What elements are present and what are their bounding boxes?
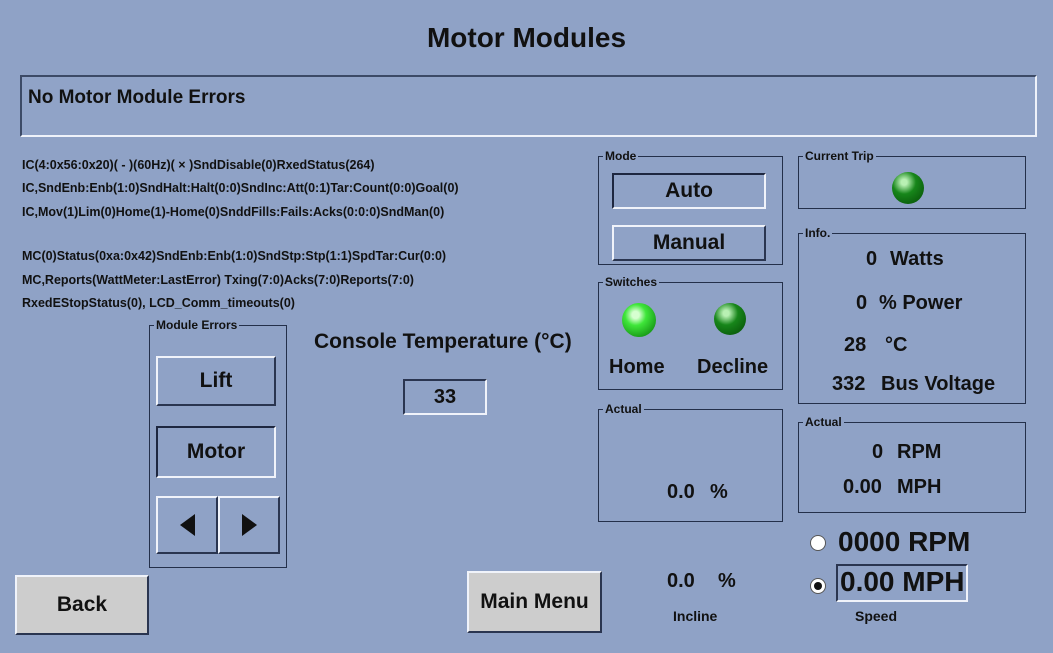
current-trip-led xyxy=(892,172,924,204)
mph-radio[interactable] xyxy=(810,578,826,594)
mph-actual-unit: MPH xyxy=(897,476,942,498)
mode-legend: Mode xyxy=(605,149,637,163)
error-message: No Motor Module Errors xyxy=(28,87,246,108)
incline-label: Incline xyxy=(673,608,718,624)
error-message-box: No Motor Module Errors xyxy=(20,75,1037,137)
watts-unit: Watts xyxy=(890,248,944,270)
page-title: Motor Modules xyxy=(426,22,627,53)
decline-switch-led xyxy=(714,303,746,335)
diagnostic-line: IC,SndEnb:Enb(1:0)SndHalt:Halt(0:0)SndIn… xyxy=(22,181,459,195)
bus-voltage-unit: Bus Voltage xyxy=(881,373,996,395)
power-unit: % Power xyxy=(879,292,963,314)
info-legend: Info. xyxy=(805,226,831,240)
watts-value: 0 xyxy=(866,248,878,270)
incline-actual-unit: % xyxy=(710,481,728,503)
diagnostic-line: MC(0)Status(0xa:0x42)SndEnb:Enb(1:0)SndS… xyxy=(22,249,447,263)
diagnostic-line: IC,Mov(1)Lim(0)Home(1)-Home(0)SnddFills:… xyxy=(22,205,445,219)
incline-actual-value: 0.0 xyxy=(667,481,695,503)
incline-setting-unit: % xyxy=(718,570,736,592)
previous-button[interactable] xyxy=(156,496,218,554)
auto-mode-button[interactable]: Auto xyxy=(612,173,766,209)
power-value: 0 xyxy=(856,292,868,314)
main-menu-button[interactable]: Main Menu xyxy=(467,571,602,633)
next-button[interactable] xyxy=(218,496,280,554)
home-switch-led xyxy=(622,303,656,337)
switches-legend: Switches xyxy=(605,275,658,289)
lift-button[interactable]: Lift xyxy=(156,356,276,406)
mph-actual-value: 0.00 xyxy=(843,476,882,498)
console-temperature-value: 33 xyxy=(403,379,487,415)
speed-label: Speed xyxy=(855,608,898,624)
motor-button[interactable]: Motor xyxy=(156,426,276,478)
incline-actual-legend: Actual xyxy=(605,402,642,416)
current-trip-legend: Current Trip xyxy=(805,149,874,163)
back-button[interactable]: Back xyxy=(15,575,149,635)
bus-voltage-value: 332 xyxy=(832,373,866,395)
module-errors-legend: Module Errors xyxy=(156,318,238,332)
rpm-actual-unit: RPM xyxy=(897,441,942,463)
manual-mode-button[interactable]: Manual xyxy=(612,225,766,261)
rpm-actual-value: 0 xyxy=(872,441,884,463)
decline-switch-label: Decline xyxy=(697,356,769,378)
speed-actual-legend: Actual xyxy=(805,415,842,429)
temperature-value: 28 xyxy=(844,334,867,356)
arrow-left-icon xyxy=(179,514,195,536)
incline-actual-group: Actual xyxy=(598,402,783,522)
rpm-setting: 0000 RPM xyxy=(838,526,971,557)
temperature-unit: °C xyxy=(885,334,908,356)
diagnostic-line: MC,Reports(WattMeter:LastError) Txing(7:… xyxy=(22,273,414,287)
arrow-right-icon xyxy=(241,514,257,536)
mph-setting: 0.00 MPH xyxy=(840,566,965,597)
incline-setting-value: 0.0 xyxy=(667,570,695,592)
console-temperature-label: Console Temperature (°C) xyxy=(314,330,572,353)
diagnostic-line: RxedEStopStatus(0), LCD_Comm_timeouts(0) xyxy=(22,296,295,310)
rpm-radio[interactable] xyxy=(810,535,826,551)
home-switch-label: Home xyxy=(609,356,665,378)
diagnostic-line: IC(4:0x56:0x20)( - )(60Hz)( × )SndDisabl… xyxy=(22,158,375,172)
